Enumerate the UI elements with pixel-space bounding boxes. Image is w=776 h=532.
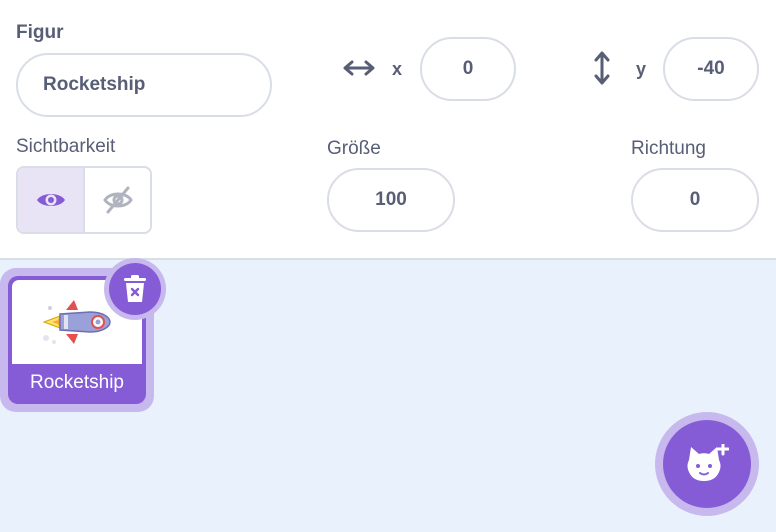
eye-icon	[36, 194, 65, 206]
vertical-arrows-icon	[594, 51, 610, 85]
show-sprite-button[interactable]	[18, 168, 83, 232]
add-sprite-button[interactable]	[655, 412, 759, 516]
sprite-tile-label: Rocketship	[30, 372, 124, 393]
sprite-name-label: Figur	[16, 22, 64, 43]
horizontal-arrows-icon	[343, 60, 375, 76]
direction-input[interactable]: 0	[631, 168, 759, 232]
trash-icon	[124, 275, 146, 302]
delete-sprite-button[interactable]	[104, 258, 166, 320]
eye-slash-icon	[102, 186, 133, 214]
y-label: y	[636, 59, 647, 79]
cat-plus-icon	[687, 444, 729, 481]
sprite-name-input[interactable]: Rocketship	[16, 53, 272, 117]
sprite-info-panel: Figur Rocketship x 0 y -40 Sichtbarkeit	[0, 0, 776, 258]
delete-sprite-inner	[109, 263, 161, 315]
y-position-input[interactable]: -40	[663, 37, 759, 101]
x-position-input[interactable]: 0	[420, 37, 516, 101]
visibility-toggle-group	[16, 166, 152, 234]
add-sprite-inner	[663, 420, 751, 508]
hide-sprite-button[interactable]	[85, 168, 150, 232]
size-label: Größe	[327, 138, 381, 159]
size-input[interactable]: 100	[327, 168, 455, 232]
rocketship-thumbnail	[42, 300, 111, 344]
x-label: x	[392, 59, 403, 79]
direction-label: Richtung	[631, 138, 706, 159]
visibility-label: Sichtbarkeit	[16, 136, 116, 157]
